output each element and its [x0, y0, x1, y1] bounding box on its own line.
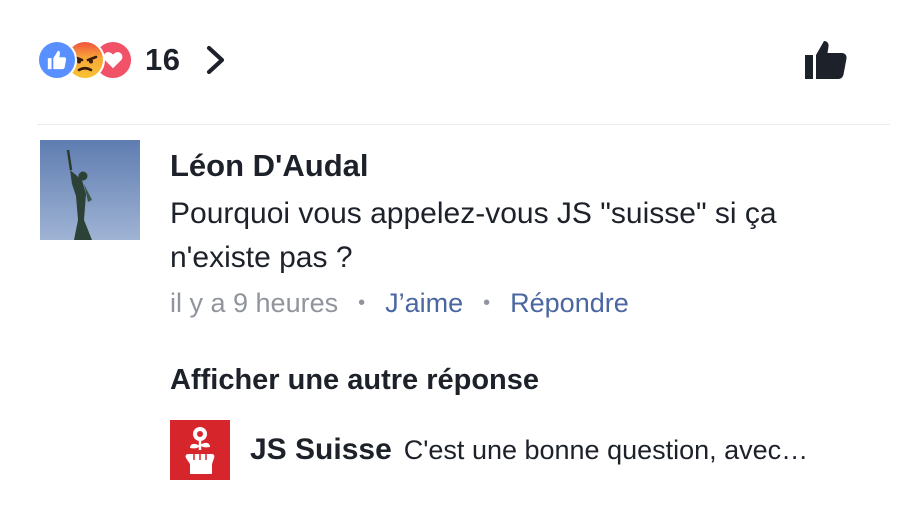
- reaction-bar: 16: [0, 0, 899, 124]
- reply-preview[interactable]: JS Suisse C'est une bonne question, avec…: [170, 420, 808, 480]
- show-more-replies-link[interactable]: Afficher une autre réponse: [170, 364, 539, 397]
- comment-author[interactable]: Léon D'Audal: [170, 148, 369, 184]
- separator-dot: •: [358, 292, 366, 314]
- separator-dot: •: [483, 292, 491, 314]
- comment-text: Pourquoi vous appelez-vous JS "suisse" s…: [170, 197, 777, 274]
- reactions-summary[interactable]: 16: [37, 40, 228, 80]
- chevron-right-icon: [207, 45, 225, 75]
- reply-link[interactable]: Répondre: [510, 288, 629, 319]
- divider: [37, 124, 890, 125]
- comment-timestamp[interactable]: il y a 9 heures: [170, 288, 338, 319]
- reply-avatar: [170, 420, 230, 480]
- reaction-count: 16: [145, 42, 181, 77]
- rose-fist-logo-icon: [185, 427, 215, 474]
- reply-author[interactable]: JS Suisse: [250, 433, 392, 467]
- comment-meta: il y a 9 heures • J’aime • Répondre: [170, 288, 629, 319]
- thumbs-up-icon[interactable]: [802, 35, 850, 83]
- reply-snippet: C'est une bonne question, avec…: [403, 434, 809, 465]
- avatar[interactable]: [40, 140, 140, 240]
- like-link[interactable]: J’aime: [385, 288, 463, 319]
- like-reaction-icon: [37, 40, 77, 80]
